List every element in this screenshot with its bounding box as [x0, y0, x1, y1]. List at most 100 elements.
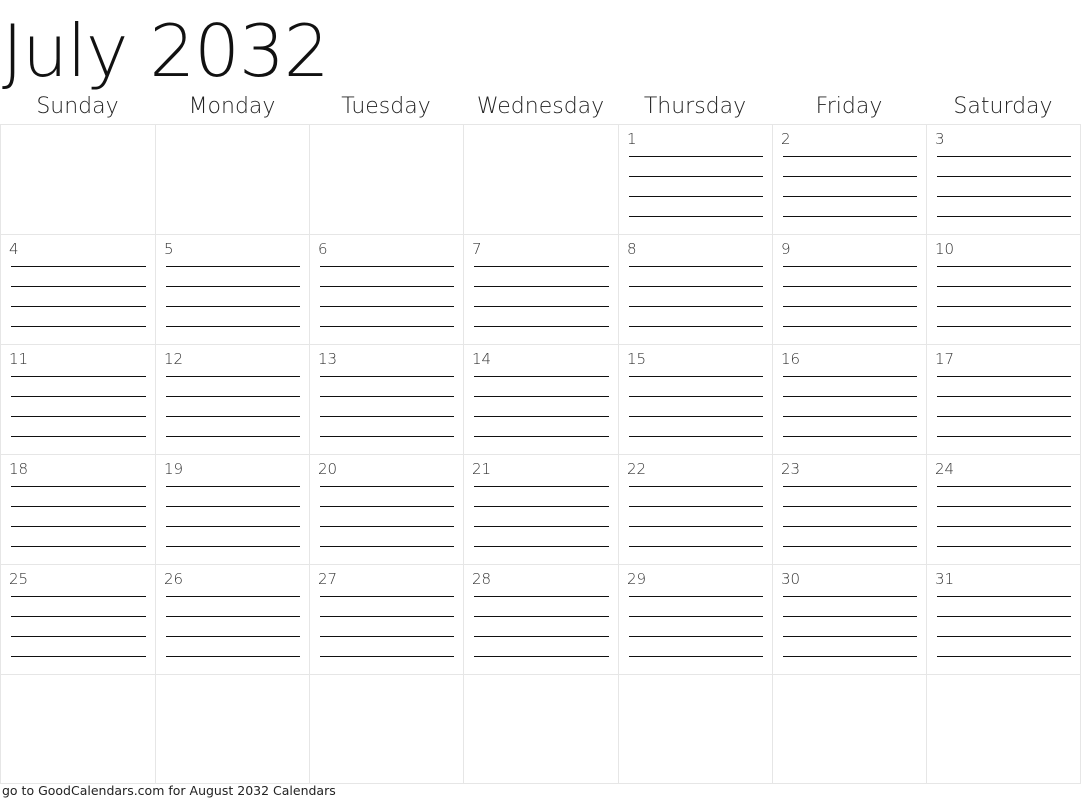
- writing-line: [783, 656, 917, 657]
- writing-line: [783, 376, 917, 377]
- empty-day-cell: [309, 674, 463, 784]
- weekday-monday: Monday: [188, 94, 276, 119]
- writing-line: [937, 156, 1071, 157]
- day-cell: 14: [463, 344, 618, 454]
- day-cell: 27: [309, 564, 463, 674]
- day-cell: 1: [618, 124, 772, 234]
- day-number: 20: [318, 460, 338, 478]
- day-number: 17: [935, 350, 955, 368]
- writing-line: [11, 506, 146, 507]
- writing-line: [783, 596, 917, 597]
- writing-line: [629, 506, 763, 507]
- writing-line: [320, 396, 454, 397]
- day-cell: 12: [155, 344, 309, 454]
- writing-line: [474, 416, 609, 417]
- writing-line: [11, 436, 146, 437]
- weekday-saturday: Saturday: [953, 94, 1053, 119]
- writing-line: [474, 526, 609, 527]
- writing-line: [320, 656, 454, 657]
- writing-line: [166, 616, 300, 617]
- writing-line: [937, 436, 1071, 437]
- day-cell: 7: [463, 234, 618, 344]
- day-number: 13: [318, 350, 338, 368]
- empty-day-cell: [772, 674, 926, 784]
- empty-day-cell: [463, 674, 618, 784]
- writing-line: [320, 376, 454, 377]
- calendar-title: July 2032: [2, 9, 330, 93]
- day-cell: 26: [155, 564, 309, 674]
- day-cell: 2: [772, 124, 926, 234]
- writing-line: [629, 416, 763, 417]
- day-number: 29: [627, 570, 647, 588]
- writing-line: [320, 506, 454, 507]
- writing-line: [11, 596, 146, 597]
- writing-line: [474, 376, 609, 377]
- day-cell: 6: [309, 234, 463, 344]
- writing-line: [783, 326, 917, 327]
- day-number: 12: [164, 350, 184, 368]
- day-cell: 30: [772, 564, 926, 674]
- writing-line: [11, 286, 146, 287]
- weekday-wednesday: Wednesday: [476, 94, 605, 119]
- writing-line: [783, 196, 917, 197]
- day-number: 10: [935, 240, 955, 258]
- writing-line: [166, 286, 300, 287]
- writing-line: [320, 526, 454, 527]
- writing-line: [937, 306, 1071, 307]
- day-number: 25: [9, 570, 29, 588]
- empty-day-cell: [463, 124, 618, 234]
- writing-line: [937, 506, 1071, 507]
- writing-line: [166, 656, 300, 657]
- day-cell: 20: [309, 454, 463, 564]
- writing-line: [783, 636, 917, 637]
- writing-line: [166, 416, 300, 417]
- writing-line: [474, 596, 609, 597]
- empty-day-cell: [926, 674, 1081, 784]
- writing-line: [474, 306, 609, 307]
- day-cell: 17: [926, 344, 1081, 454]
- writing-line: [11, 396, 146, 397]
- writing-line: [629, 196, 763, 197]
- writing-line: [783, 506, 917, 507]
- writing-line: [320, 616, 454, 617]
- writing-line: [629, 176, 763, 177]
- writing-line: [629, 156, 763, 157]
- day-number: 24: [935, 460, 955, 478]
- day-number: 23: [781, 460, 801, 478]
- writing-line: [11, 326, 146, 327]
- writing-line: [320, 636, 454, 637]
- writing-line: [783, 486, 917, 487]
- writing-line: [629, 636, 763, 637]
- day-number: 6: [318, 240, 328, 258]
- writing-line: [629, 396, 763, 397]
- writing-line: [166, 596, 300, 597]
- day-cell: 21: [463, 454, 618, 564]
- day-number: 4: [9, 240, 19, 258]
- day-number: 7: [472, 240, 482, 258]
- writing-line: [937, 656, 1071, 657]
- day-number: 15: [627, 350, 647, 368]
- day-number: 8: [627, 240, 637, 258]
- writing-line: [629, 616, 763, 617]
- day-number: 19: [164, 460, 184, 478]
- writing-line: [166, 376, 300, 377]
- weekday-friday: Friday: [815, 94, 883, 119]
- writing-line: [937, 196, 1071, 197]
- writing-line: [320, 266, 454, 267]
- writing-line: [11, 266, 146, 267]
- footer-link-text[interactable]: go to GoodCalendars.com for August 2032 …: [2, 783, 336, 798]
- writing-line: [629, 286, 763, 287]
- writing-line: [629, 596, 763, 597]
- writing-line: [166, 436, 300, 437]
- writing-line: [937, 486, 1071, 487]
- weekday-thursday: Thursday: [643, 94, 747, 119]
- writing-line: [474, 266, 609, 267]
- writing-line: [629, 326, 763, 327]
- writing-line: [783, 216, 917, 217]
- writing-line: [166, 306, 300, 307]
- day-cell: 18: [0, 454, 155, 564]
- writing-line: [320, 486, 454, 487]
- writing-line: [937, 636, 1071, 637]
- weekday-tuesday: Tuesday: [341, 94, 431, 119]
- writing-line: [474, 656, 609, 657]
